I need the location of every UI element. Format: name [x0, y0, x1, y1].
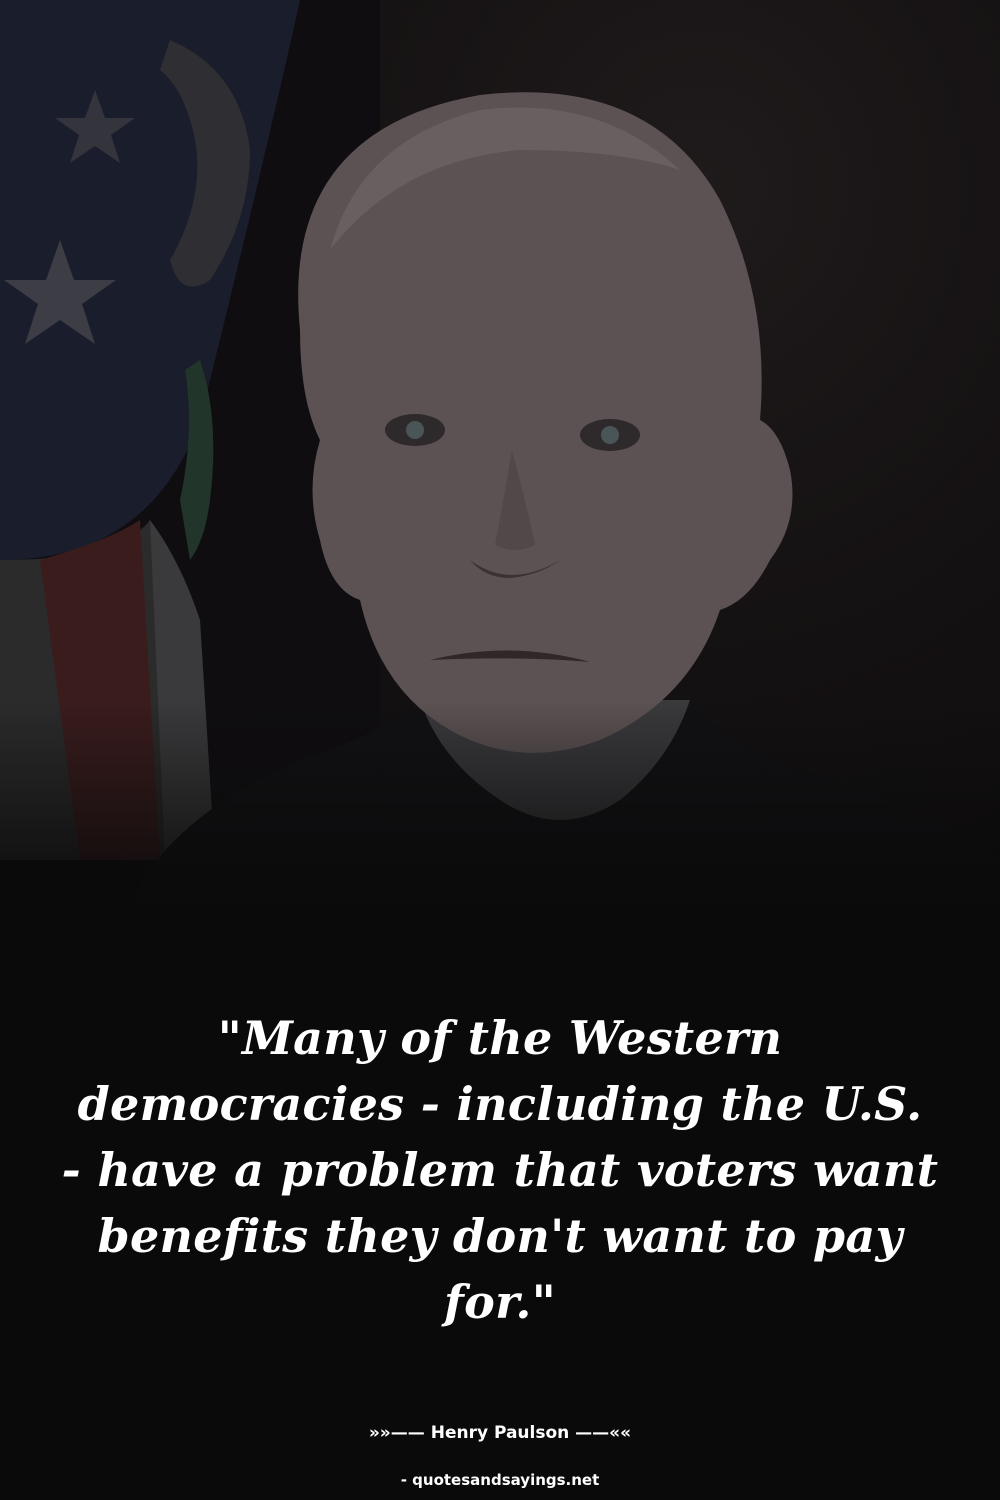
quote-card: "Many of the Western democracies - inclu… — [0, 0, 1000, 1500]
quote-author: »»—— Henry Paulson ——«« — [368, 1423, 632, 1443]
quote-text: "Many of the Western democracies - inclu… — [61, 1011, 939, 1329]
bottom-fade-overlay — [0, 700, 1000, 960]
source-attribution: - quotesandsayings.net — [400, 1471, 600, 1489]
